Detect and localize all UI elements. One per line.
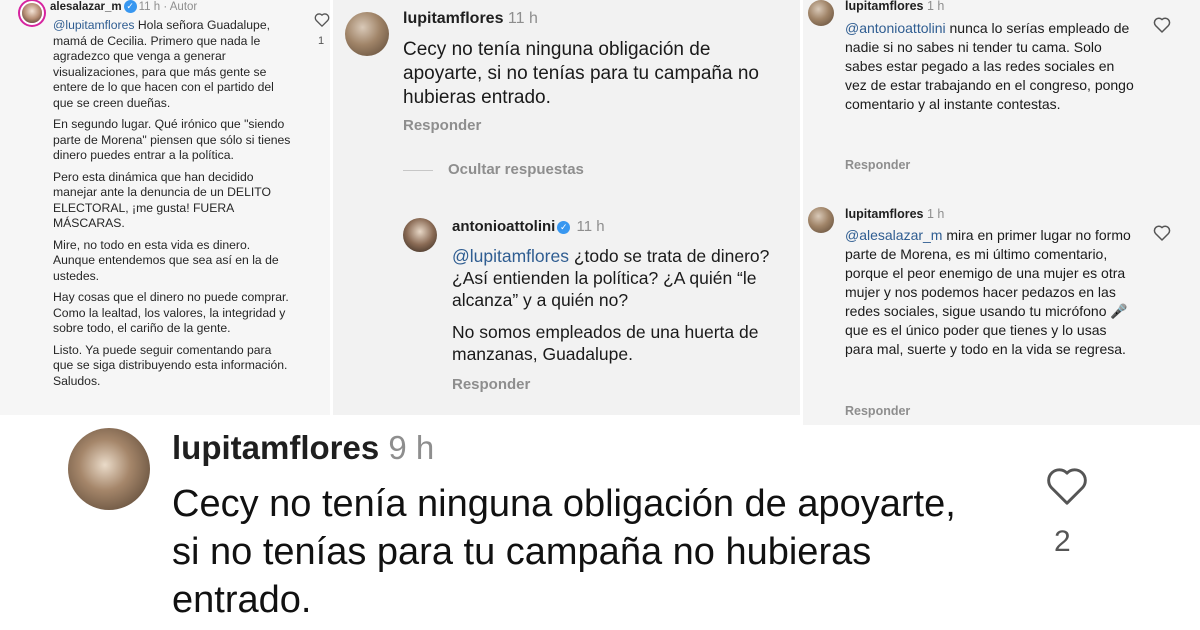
- comment-header: alesalazar_m ✓ 11 h · Autor: [50, 0, 197, 14]
- reply-paragraph-2: No somos empleados de una huerta de manz…: [452, 322, 759, 364]
- timestamp: 9 h: [388, 429, 435, 466]
- paragraph-2: En segundo lugar. Qué irónico que "siend…: [53, 117, 291, 162]
- verified-badge-icon: ✓: [123, 0, 137, 14]
- comment-header: lupitamflores 1 h: [845, 0, 944, 13]
- timestamp: 11 h: [507, 10, 538, 27]
- avatar-lupitamflores[interactable]: [808, 0, 834, 26]
- avatar-antonioattolini[interactable]: [403, 218, 437, 252]
- comment-header: lupitamflores 9 h: [172, 428, 434, 468]
- reply-button[interactable]: Responder: [845, 404, 910, 418]
- comment-text: Cecy no tenía ninguna obligación de apoy…: [172, 483, 956, 621]
- divider: [403, 170, 433, 171]
- mention-link[interactable]: @alesalazar_m: [845, 227, 942, 243]
- reply-button[interactable]: Responder: [845, 158, 910, 172]
- username[interactable]: lupitamflores: [845, 0, 924, 13]
- comment-header: antonioattolini ✓ 11 h: [452, 218, 605, 235]
- paragraph-4: Mire, no todo en esta vida es dinero. Au…: [53, 237, 279, 283]
- timestamp: 1 h: [926, 207, 945, 221]
- paragraph-3: Pero esta dinámica que han decidido mane…: [53, 169, 271, 231]
- heart-icon[interactable]: [1045, 465, 1089, 505]
- username[interactable]: alesalazar_m: [50, 1, 122, 13]
- comment-panel-thread: lupitamflores 11 h Cecy no tenía ninguna…: [333, 0, 800, 415]
- avatar-lupitamflores[interactable]: [68, 428, 150, 510]
- username[interactable]: lupitamflores: [845, 207, 924, 221]
- comment-body: @antonioattolini nunca lo serías emplead…: [845, 19, 1135, 114]
- username[interactable]: lupitamflores: [172, 429, 379, 466]
- avatar-lupitamflores[interactable]: [808, 207, 834, 233]
- avatar-lupitamflores[interactable]: [345, 12, 389, 56]
- comment-header: lupitamflores 11 h: [403, 10, 538, 28]
- timestamp: 1 h: [926, 0, 945, 13]
- paragraph-5: Hay cosas que el dinero no puede comprar…: [53, 290, 289, 335]
- comment-panel-lupitamflores: lupitamflores 1 h @antonioattolini nunca…: [803, 0, 1200, 425]
- reply-button[interactable]: Responder: [403, 117, 481, 134]
- comment-body: @alesalazar_m mira en primer lugar no fo…: [845, 226, 1135, 359]
- zoomed-comment: lupitamflores 9 h Cecy no tenía ninguna …: [0, 425, 1192, 630]
- timestamp: 11 h: [576, 218, 605, 235]
- comment-body: @lupitamflores Hola señora Guadalupe, ma…: [53, 18, 293, 395]
- like-count: 1: [318, 35, 325, 47]
- like-count: 2: [1054, 525, 1071, 558]
- mention-link[interactable]: @lupitamflores: [53, 18, 134, 32]
- reply-paragraph-1: @lupitamflores ¿todo se trata de dinero?…: [452, 245, 782, 311]
- username[interactable]: lupitamflores: [403, 10, 503, 27]
- reply-button[interactable]: Responder: [452, 376, 530, 393]
- paragraph-6: Listo. Ya puede seguir comentando para q…: [53, 342, 288, 388]
- avatar-alesalazar[interactable]: [22, 3, 42, 23]
- username[interactable]: antonioattolini: [452, 218, 555, 235]
- hide-replies-button[interactable]: Ocultar respuestas: [448, 161, 584, 178]
- heart-icon[interactable]: [1153, 16, 1171, 33]
- comment-header: lupitamflores 1 h: [845, 207, 944, 221]
- mention-link[interactable]: @lupitamflores: [452, 246, 569, 266]
- comment-panel-alesalazar: alesalazar_m ✓ 11 h · Autor 1 @lupitamflor…: [0, 0, 330, 415]
- verified-badge-icon: ✓: [557, 220, 571, 234]
- comment-text: mira en primer lugar no formo parte de M…: [845, 227, 1131, 357]
- heart-icon[interactable]: [314, 12, 330, 27]
- author-label: · Autor: [163, 1, 198, 13]
- paragraph-1: @lupitamflores Hola señora Guadalupe, ma…: [53, 18, 293, 111]
- timestamp: 11 h: [138, 1, 161, 13]
- comment-body: @lupitamflores ¿todo se trata de dinero?…: [452, 245, 782, 365]
- mention-link[interactable]: @antonioattolini: [845, 20, 946, 36]
- comment-text: Cecy no tenía ninguna obligación de apoy…: [403, 39, 759, 108]
- heart-icon[interactable]: [1153, 224, 1171, 241]
